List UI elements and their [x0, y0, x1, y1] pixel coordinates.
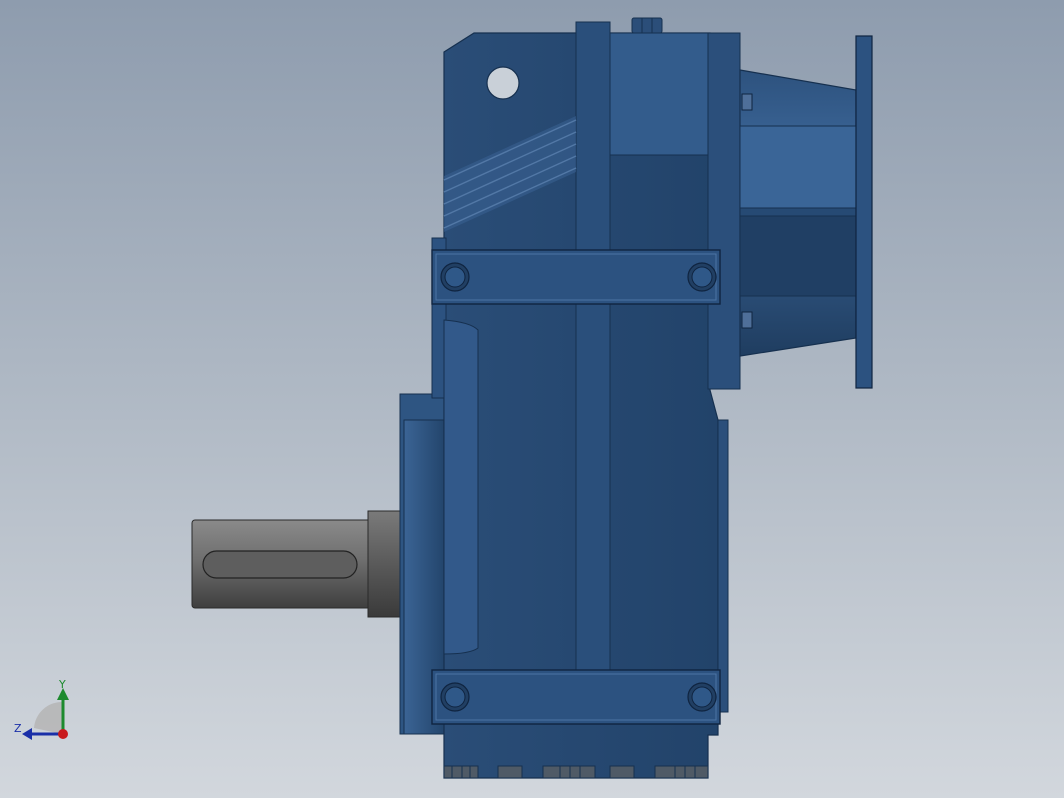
- vent-plug-icon: [631, 17, 663, 34]
- lower-clamp-bar[interactable]: [431, 669, 721, 725]
- origin-dot-icon: [58, 729, 68, 739]
- gearbox-housing[interactable]: [431, 17, 741, 779]
- housing-pocket: [443, 319, 479, 655]
- bolt-icon: [440, 682, 470, 712]
- lifting-eye-hole: [486, 66, 520, 100]
- gearbox-model[interactable]: [0, 0, 1064, 798]
- y-axis-label: Y: [58, 678, 66, 691]
- bolt-icon: [687, 682, 717, 712]
- z-axis-label: Z: [14, 722, 22, 735]
- cad-graphics-viewport[interactable]: Y Z: [0, 0, 1064, 798]
- upper-housing-cover: [609, 32, 711, 156]
- z-arrowhead-icon: [22, 728, 32, 740]
- shaft-collar: [367, 510, 405, 618]
- motor-adapter[interactable]: [739, 35, 873, 389]
- axis-triad: Y Z: [14, 678, 69, 740]
- housing-center-rib: [575, 21, 611, 671]
- upper-clamp-bar[interactable]: [431, 249, 721, 305]
- motor-flange: [855, 35, 873, 389]
- bolt-icon: [440, 262, 470, 292]
- output-shaft[interactable]: [191, 510, 405, 618]
- shaft-keyway: [202, 550, 358, 579]
- bolt-icon: [687, 262, 717, 292]
